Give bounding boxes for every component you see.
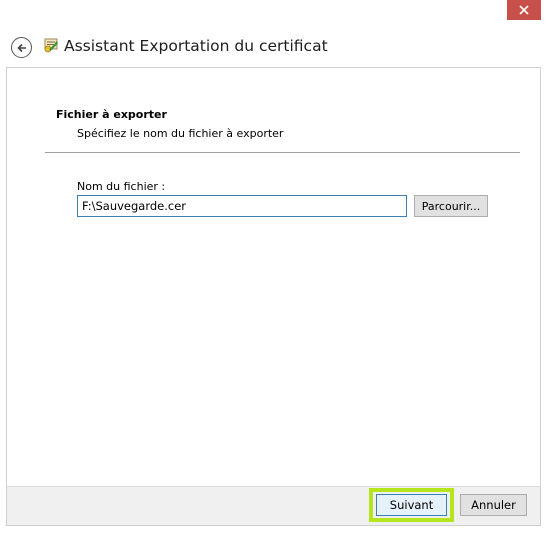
page-subtitle: Spécifiez le nom du fichier à exporter <box>77 127 284 140</box>
certificate-wizard-icon <box>44 38 58 53</box>
back-button[interactable] <box>11 37 32 58</box>
close-icon <box>519 5 529 15</box>
header-separator <box>45 152 520 153</box>
file-name-input[interactable] <box>77 195 407 217</box>
browse-button[interactable]: Parcourir... <box>414 195 488 217</box>
close-button[interactable] <box>507 0 541 20</box>
wizard-window: Assistant Exportation du certificat Fich… <box>0 0 547 533</box>
cancel-button[interactable]: Annuler <box>460 494 527 516</box>
back-arrow-icon <box>16 43 26 52</box>
next-button[interactable]: Suivant <box>376 494 447 516</box>
window-title: Assistant Exportation du certificat <box>64 37 328 55</box>
page-heading: Fichier à exporter <box>56 108 167 121</box>
file-name-label: Nom du fichier : <box>77 180 166 193</box>
